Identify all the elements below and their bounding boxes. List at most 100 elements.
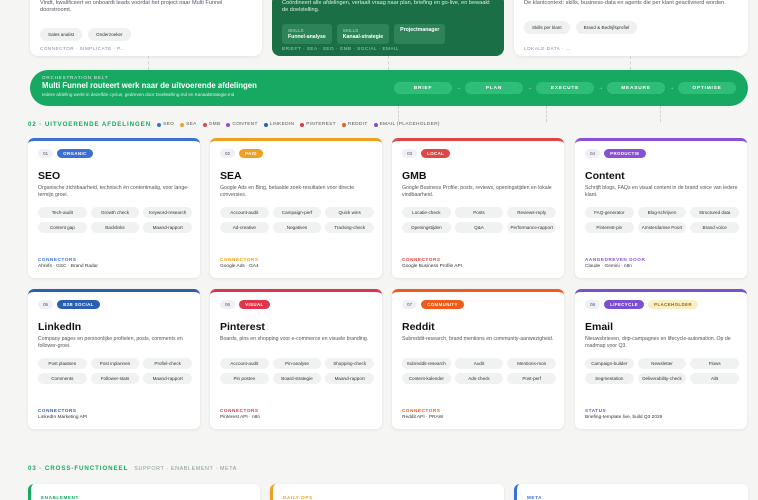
skill-chip[interactable]: Ads-check (454, 373, 504, 384)
skill-chip[interactable]: Pinterest-pin (585, 222, 634, 233)
skill-chip[interactable]: Performance-rapport (507, 222, 556, 233)
legend-item: LINKEDIN (263, 122, 295, 127)
skill-chip[interactable]: Pin-analyse (272, 358, 322, 369)
skill-chip[interactable]: Openingstijden (402, 222, 451, 233)
department-card-sea[interactable]: 02 PAID SEA Google Ads en Bing, betaalde… (210, 138, 382, 278)
skill-chip[interactable]: Board-strategie (272, 373, 322, 384)
legend-label: LINKEDIN (269, 122, 295, 127)
bottom-card-daily-ops[interactable]: DAILY OPS (270, 484, 504, 500)
top-card-left[interactable]: Vindt, kwalificeert en onboardt leads vo… (30, 0, 262, 56)
skill-chip[interactable]: Maand-rapport (143, 373, 192, 384)
top-card-center-text: Coördineert alle afdelingen, vertaalt vr… (282, 0, 490, 13)
skill-chip[interactable]: Post-perf (507, 373, 556, 384)
department-card-pinterest[interactable]: 06 VISUAL Pinterest Boards, pins en shop… (210, 289, 382, 429)
skill-chip[interactable]: Content-kalender (402, 373, 451, 384)
legend-label: GMB (208, 122, 221, 127)
skill-chip[interactable]: Comments (38, 373, 87, 384)
skill-chip[interactable]: Segmentation (585, 373, 634, 384)
skill-chip[interactable]: Brand voice (690, 222, 739, 233)
skill-chip[interactable]: Growth check (90, 207, 140, 218)
top-card-right-text: De klantcontext: skills, business-data e… (524, 0, 726, 6)
skill-chip[interactable]: Account-audit (220, 207, 269, 218)
skill-chip[interactable]: Reviews-reply (507, 207, 556, 218)
step-brief[interactable]: BRIEF (394, 82, 452, 94)
skill-chip[interactable]: Newsletter (637, 358, 687, 369)
skill-chip[interactable]: Audit (454, 358, 504, 369)
card-description: Google Ads en Bing, betaalde zoek-result… (220, 185, 355, 198)
skill-chip[interactable]: Tech-audit (38, 207, 87, 218)
channel-legend: SEO SEA GMB CONTENT LINKEDIN PINTEREST REDDIT E… (157, 122, 440, 127)
belt-steps: BRIEF → PLAN → EXECUTE → MEASURE → OPTIM… (394, 82, 736, 94)
skill-chip[interactable]: Shopping-check (325, 358, 374, 369)
skill-chip[interactable]: A/B (690, 373, 739, 384)
skill-chip[interactable]: FAQ-generator (585, 207, 634, 218)
legend-item: GMB (202, 122, 221, 127)
card-title: LinkedIn (38, 321, 82, 333)
legend-dot-icon (341, 122, 346, 127)
skill-chip[interactable]: Account-audit (220, 358, 269, 369)
step-optimise[interactable]: OPTIMISE (678, 82, 736, 94)
step-execute[interactable]: EXECUTE (536, 82, 594, 94)
skill-chip[interactable]: Backlinks (90, 222, 140, 233)
skill-chip[interactable]: Follower-stats (90, 373, 140, 384)
card-description: Organische zichtbaarheid, technisch én c… (38, 185, 189, 198)
department-card-linkedin[interactable]: 05 B2B SOCIAL LinkedIn Company pages en … (28, 289, 200, 429)
skill-chip[interactable]: Negatives (272, 222, 322, 233)
skill-chip[interactable]: Maand-rapport (143, 222, 192, 233)
top-card-right[interactable]: De klantcontext: skills, business-data e… (514, 0, 748, 56)
card-category-badge: PAID (239, 149, 263, 158)
skill-chip[interactable]: Content gap (38, 222, 87, 233)
card-description: Google Business Profile: posts, reviews,… (402, 185, 552, 198)
skill-chip[interactable]: Keyword-research (143, 207, 192, 218)
skill-chip[interactable]: Locatie-check (402, 207, 451, 218)
card-category-badge: B2B SOCIAL (57, 300, 100, 309)
skill-chip[interactable]: Flows (690, 358, 739, 369)
skill-chip[interactable]: Subreddit-research (402, 358, 451, 369)
top-card-center[interactable]: Coördineert alle afdelingen, vertaalt vr… (272, 0, 504, 56)
skill-chip[interactable]: Blog-schrijven (637, 207, 687, 218)
department-card-email[interactable]: 08 LIFECYCLE PLACEHOLDER Email Nieuwsbri… (575, 289, 747, 429)
department-card-seo[interactable]: 01 ORGANIC SEO Organische zichtbaarheid,… (28, 138, 200, 278)
step-measure[interactable]: MEASURE (607, 82, 665, 94)
connectors-value: Claude · Gemini · n8n (585, 264, 632, 269)
connector-line (546, 106, 547, 122)
bottom-card-meta[interactable]: META (514, 484, 748, 500)
card-description: Schrijft blogs, FAQs en visual content i… (585, 185, 738, 198)
step-plan[interactable]: PLAN (465, 82, 523, 94)
skill-chip[interactable]: Post plaatsen (38, 358, 87, 369)
skill-chip[interactable]: Campaign-builder (585, 358, 634, 369)
skill-chip[interactable]: Maand-rapport (325, 373, 374, 384)
top-card-center-footer: BRIEFT · SEA · SEO · GMB · SOCIAL · EMAI… (282, 46, 399, 51)
connector-line (388, 56, 389, 70)
skill-chip[interactable]: Amsterdamse Poort (637, 222, 687, 233)
department-card-content[interactable]: 04 PRODUCTIE Content Schrijft blogs, FAQ… (575, 138, 747, 278)
skill-value: Projectmanager (400, 27, 440, 33)
skill-chip[interactable]: Deliverability-check (637, 373, 687, 384)
legend-label: EMAIL (PLACEHOLDER) (379, 122, 440, 127)
department-card-reddit[interactable]: 07 COMMUNITY Reddit Subreddit-research, … (392, 289, 564, 429)
connector-line (630, 56, 631, 70)
arrow-right-icon: → (669, 85, 674, 91)
card-category-badge: VISUAL (239, 300, 270, 309)
skill-chips: Account-audit Campaign-perf Quick wins Ad-c… (220, 207, 374, 233)
skill-chip[interactable]: Pin posten (220, 373, 269, 384)
department-card-gmb[interactable]: 03 LOCAL GMB Google Business Profile: po… (392, 138, 564, 278)
skill-chip[interactable]: Post inplannen (90, 358, 140, 369)
skill-chip[interactable]: Structured data (690, 207, 739, 218)
legend-item: REDDIT (341, 122, 368, 127)
skill-chip[interactable]: Tracking-check (325, 222, 374, 233)
skill-chip[interactable]: Profiel-check (143, 358, 192, 369)
skill-chip[interactable]: Q&A (454, 222, 504, 233)
bottom-card-enablement[interactable]: ENABLEMENT (28, 484, 260, 500)
legend-dot-icon (202, 122, 207, 127)
legend-dot-icon (373, 122, 378, 127)
skill-chip[interactable]: Quick wins (325, 207, 374, 218)
skill-chip[interactable]: Posts (454, 207, 504, 218)
skill-chips: Subreddit-research Audit Mentions-mon Conte… (402, 358, 556, 384)
skill-chip[interactable]: Ad-creative (220, 222, 269, 233)
skill-chip[interactable]: Campaign-perf (272, 207, 322, 218)
card-title: Content (585, 170, 625, 182)
top-card-right-footer: LOKALE DATA · ... (524, 46, 571, 51)
connectors-label: CONNECTORS (38, 408, 77, 413)
skill-chip[interactable]: Mentions-mon (507, 358, 556, 369)
